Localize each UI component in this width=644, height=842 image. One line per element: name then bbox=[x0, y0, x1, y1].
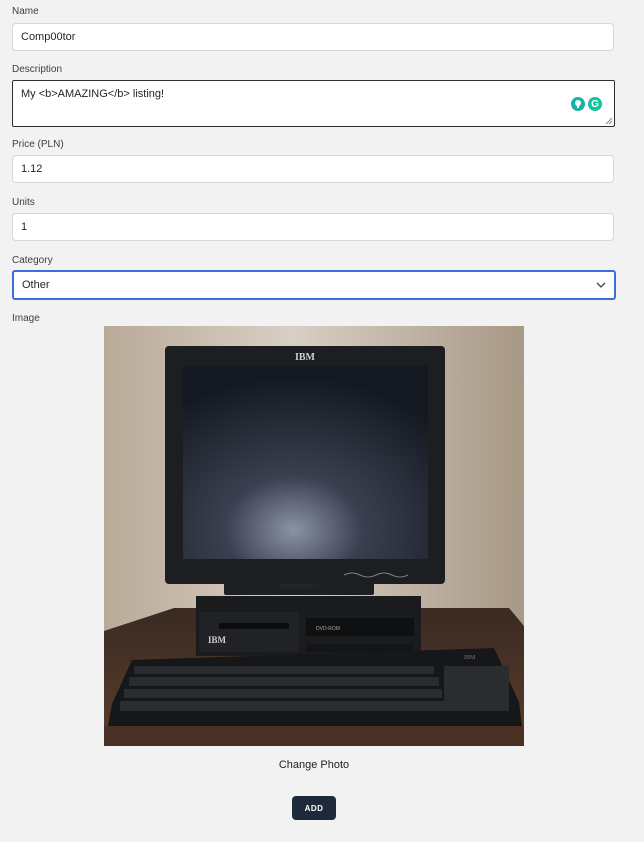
grammarly-g-icon[interactable]: G bbox=[588, 97, 602, 111]
name-input-value: Comp00tor bbox=[21, 31, 76, 43]
name-input[interactable]: Comp00tor bbox=[12, 23, 614, 51]
change-photo-link[interactable]: Change Photo bbox=[0, 759, 628, 771]
units-input[interactable]: 1 bbox=[12, 213, 614, 241]
grammarly-bulb-icon[interactable] bbox=[571, 97, 585, 111]
category-selected-value: Other bbox=[22, 279, 50, 291]
category-label: Category bbox=[12, 255, 53, 266]
drive-label-text: DVD-ROM bbox=[316, 626, 340, 632]
price-label: Price (PLN) bbox=[12, 139, 64, 150]
add-button[interactable]: ADD bbox=[292, 796, 336, 820]
category-select[interactable]: Other bbox=[12, 270, 616, 300]
tower-brand-text: IBM bbox=[208, 635, 227, 645]
units-label: Units bbox=[12, 197, 35, 208]
units-input-value: 1 bbox=[21, 221, 28, 233]
description-label: Description bbox=[12, 64, 63, 75]
monitor-brand-text: IBM bbox=[295, 352, 316, 363]
image-label: Image bbox=[12, 313, 40, 324]
description-textarea-value: My <b>AMAZING</b> listing! bbox=[21, 88, 165, 100]
keyboard-brand-text: IBM bbox=[464, 655, 476, 661]
listing-form: Name Comp00tor Description My <b>AMAZING… bbox=[0, 0, 644, 842]
grammarly-widget[interactable]: G bbox=[571, 97, 602, 111]
description-textarea[interactable]: My <b>AMAZING</b> listing! G bbox=[12, 80, 615, 127]
price-input-value: 1.12 bbox=[21, 163, 43, 175]
listing-photo: IBM IBM DVD-ROM IBM bbox=[104, 326, 524, 746]
resize-grip-icon[interactable] bbox=[605, 117, 613, 125]
chevron-down-icon bbox=[596, 282, 606, 288]
price-input[interactable]: 1.12 bbox=[12, 155, 614, 183]
name-label: Name bbox=[12, 6, 39, 17]
